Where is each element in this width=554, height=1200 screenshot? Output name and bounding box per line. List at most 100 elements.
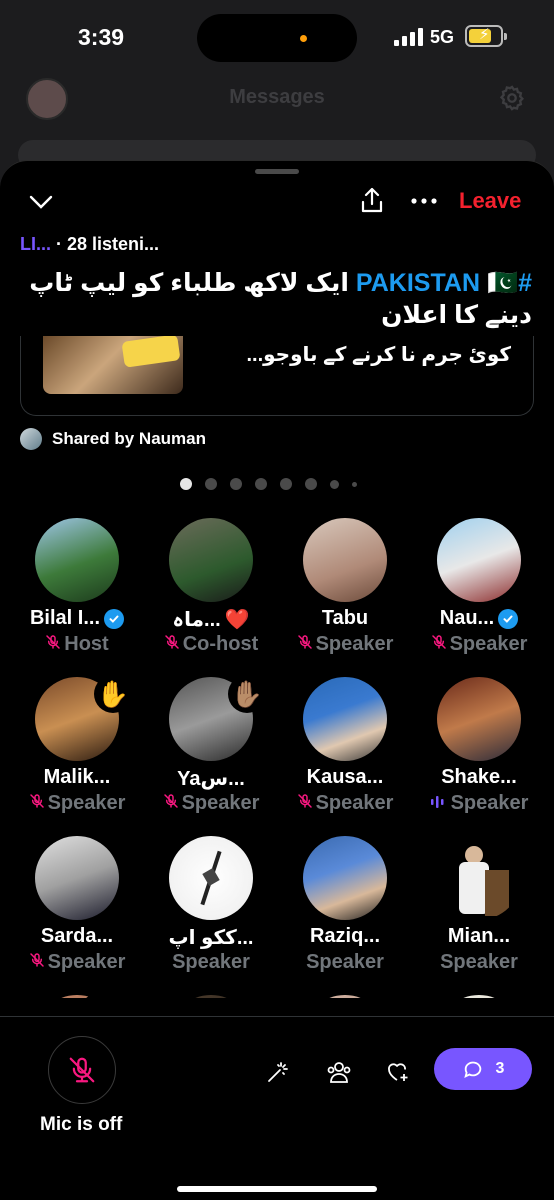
- sharer-avatar: [20, 428, 42, 450]
- participant-role-text: Speaker: [47, 951, 126, 973]
- participant-tile[interactable]: Mian... Speaker: [412, 836, 544, 986]
- leave-button[interactable]: Leave: [459, 188, 521, 214]
- participant-avatar[interactable]: [303, 518, 387, 602]
- participant-name: Raziq...: [278, 925, 412, 948]
- participant-tile[interactable]: ✋ Malik... Speaker: [10, 675, 144, 827]
- mic-muted-icon: [29, 792, 45, 815]
- participant-name: ماہ... ❤️: [144, 607, 278, 632]
- room-info: LI... · 28 listeni...: [20, 234, 159, 255]
- participant-name-text: Bilal I...: [29, 607, 101, 629]
- mic-muted-icon: [164, 633, 180, 656]
- participant-role: Speaker: [412, 792, 544, 815]
- participant-avatar[interactable]: [35, 836, 119, 920]
- participant-name: Shake...: [412, 766, 544, 789]
- participant-role-text: Speaker: [440, 951, 518, 973]
- participant-tile[interactable]: Raziq... Speaker: [278, 836, 412, 986]
- listener-count[interactable]: · 28 listeni...: [56, 234, 159, 254]
- people-icon[interactable]: [325, 1058, 353, 1086]
- participant-avatar[interactable]: [169, 995, 253, 998]
- page-indicator: [180, 478, 357, 490]
- participant-avatar[interactable]: [303, 836, 387, 920]
- privacy-indicator-icon: [300, 35, 307, 42]
- participant-role-text: Speaker: [306, 951, 384, 973]
- pinned-post-card[interactable]: کوئ جرم نا کرنے کے باوجو...: [20, 336, 534, 416]
- participant-role-text: Co-host: [182, 633, 259, 655]
- participant-tile[interactable]: ککو اپ... Speaker: [144, 836, 278, 986]
- participant-name: Nau...: [412, 607, 544, 630]
- participant-name-text: Yaس...: [177, 768, 245, 790]
- flag-icon: 🇵🇰: [486, 269, 519, 297]
- heart-add-icon[interactable]: [384, 1058, 412, 1086]
- post-thumbnail: [43, 336, 183, 394]
- participant-role: Speaker: [278, 633, 412, 656]
- home-indicator: [177, 1186, 377, 1192]
- participant-tile[interactable]: Nau... Speaker: [412, 518, 544, 668]
- participant-avatar[interactable]: [437, 677, 521, 761]
- participant-avatar[interactable]: [437, 836, 521, 920]
- participant-tile-partial[interactable]: [144, 995, 278, 998]
- participant-name-text: Malik...: [43, 766, 111, 788]
- participant-name: Mian...: [412, 925, 544, 948]
- sheet-grabber[interactable]: [255, 169, 299, 174]
- dynamic-island: [197, 14, 357, 62]
- room-tag[interactable]: LI...: [20, 234, 51, 254]
- shared-by[interactable]: Shared by Nauman: [20, 428, 206, 450]
- participant-avatar[interactable]: [437, 518, 521, 602]
- chevron-down-icon[interactable]: [28, 191, 54, 213]
- participant-role: Speaker: [412, 951, 544, 974]
- effects-wand-icon[interactable]: [264, 1058, 292, 1086]
- participant-avatar[interactable]: [35, 518, 119, 602]
- participant-name: Yaس...: [144, 766, 278, 791]
- participant-avatar[interactable]: [303, 677, 387, 761]
- comments-button[interactable]: 3: [434, 1048, 532, 1090]
- controls-divider: [0, 1016, 554, 1017]
- participant-role-text: Speaker: [315, 633, 394, 655]
- participant-tile[interactable]: Bilal I... Host: [10, 518, 144, 668]
- mic-muted-icon: [431, 633, 447, 656]
- participant-tile[interactable]: Shake... Speaker: [412, 677, 544, 827]
- participant-role: Speaker: [278, 792, 412, 815]
- participant-role-text: Speaker: [449, 633, 528, 655]
- mic-off-icon: [69, 1057, 95, 1083]
- participant-tile-partial[interactable]: [278, 995, 412, 998]
- participant-tile-partial[interactable]: 🤨: [10, 993, 144, 998]
- participant-role: Speaker: [144, 792, 278, 815]
- share-icon[interactable]: [358, 185, 386, 215]
- settings-gear-icon: [499, 85, 524, 111]
- more-options-icon[interactable]: [410, 191, 438, 211]
- space-sheet: Leave LI... · 28 listeni... #PAKISTAN 🇵🇰…: [0, 160, 554, 1200]
- participant-role: Host: [10, 633, 144, 656]
- verified-badge-icon: [104, 608, 125, 629]
- mic-muted-icon: [297, 633, 313, 656]
- participant-role-text: Speaker: [172, 951, 250, 973]
- cellular-signal-icon: [394, 28, 424, 46]
- participant-name: Bilal I...: [10, 607, 144, 630]
- messages-title: Messages: [229, 86, 325, 108]
- network-type: 5G: [430, 27, 455, 47]
- participant-name-text: Mian...: [447, 925, 511, 947]
- participant-avatar[interactable]: [437, 995, 521, 998]
- participant-tile[interactable]: ✋🏽 Yaس... Speaker: [144, 675, 278, 827]
- mic-muted-icon: [163, 792, 179, 815]
- status-time: 3:39: [78, 24, 125, 50]
- post-text: کوئ جرم نا کرنے کے باوجو...: [246, 344, 511, 366]
- speaking-icon: [430, 792, 448, 815]
- participant-tile-partial[interactable]: [412, 995, 544, 998]
- mic-toggle-button[interactable]: [48, 1036, 116, 1104]
- participant-role-text: Host: [64, 633, 109, 655]
- participant-name: Malik...: [10, 766, 144, 789]
- participant-tile[interactable]: Sarda... Speaker: [10, 836, 144, 986]
- participant-name-text: Shake...: [441, 766, 517, 788]
- participant-role: Co-host: [144, 633, 278, 656]
- participant-name-text: Nau...: [439, 607, 495, 629]
- mic-muted-icon: [297, 792, 313, 815]
- participant-tile[interactable]: Tabu Speaker: [278, 518, 412, 668]
- participant-avatar[interactable]: [169, 836, 253, 920]
- participants-grid: Bilal I... Host ماہ... ❤️ Co-host Tabu Speaker…: [10, 518, 544, 998]
- participant-tile[interactable]: Kausa... Speaker: [278, 677, 412, 827]
- participant-role: Speaker: [412, 633, 544, 656]
- participant-avatar[interactable]: [303, 995, 387, 998]
- participant-name: ککو اپ...: [144, 925, 278, 950]
- participant-avatar[interactable]: [169, 518, 253, 602]
- participant-tile[interactable]: ماہ... ❤️ Co-host: [144, 518, 278, 668]
